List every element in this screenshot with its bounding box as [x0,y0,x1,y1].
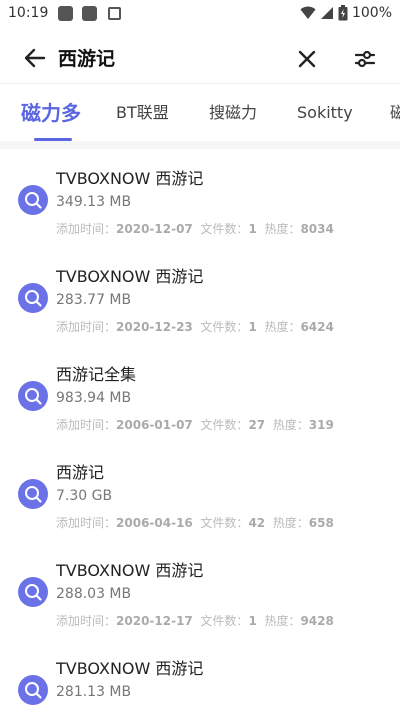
tab-ci[interactable]: 磁 [390,85,400,141]
result-meta: 添加时间：2006-01-07 文件数：27 热度：319 [56,418,334,432]
result-item[interactable]: TVBOXNOW 西游记 283.77 MB 添加时间：2020-12-23 文… [0,247,400,345]
magnet-search-icon [18,185,48,215]
result-item[interactable]: TVBOXNOW 西游记 349.13 MB 添加时间：2020-12-07 文… [0,149,400,247]
result-size: 281.13 MB [56,684,132,700]
divider [0,141,400,149]
battery-level: 100% [351,5,392,21]
result-meta: 添加时间：2020-12-23 文件数：1 热度：6424 [56,320,334,334]
result-item[interactable]: 西游记全集 983.94 MB 添加时间：2006-01-07 文件数：27 热… [0,345,400,443]
result-size: 349.13 MB [56,194,132,210]
source-tabs: 磁力多 BT联盟 搜磁力 Sokitty 磁 [0,85,400,141]
arrow-left-icon [24,48,46,68]
magnet-search-icon [18,577,48,607]
filter-button[interactable] [352,46,378,72]
result-item[interactable]: TVBOXNOW 西游记 281.13 MB [0,639,400,712]
clear-button[interactable] [296,48,318,70]
result-size: 7.30 GB [56,488,113,504]
status-time: 10:19 [8,5,49,21]
result-size: 283.77 MB [56,292,132,308]
close-icon [298,50,316,68]
result-item[interactable]: 西游记 7.30 GB 添加时间：2006-04-16 文件数：42 热度：65… [0,443,400,541]
status-right: 100% [300,5,392,21]
battery-icon [338,5,348,21]
result-size: 983.94 MB [56,390,132,406]
tab-sokitty[interactable]: Sokitty [297,85,353,141]
result-title: 西游记全集 [56,365,137,384]
result-meta: 添加时间：2020-12-17 文件数：1 热度：9428 [56,614,334,628]
tab-bt-lianmeng[interactable]: BT联盟 [116,85,169,141]
result-item[interactable]: TVBOXNOW 西游记 288.03 MB 添加时间：2020-12-17 文… [0,541,400,639]
magnet-search-icon [18,283,48,313]
notification-icon [82,6,97,21]
result-title: TVBOXNOW 西游记 [56,267,204,286]
magnet-search-icon [18,479,48,509]
status-bar: 10:19 100% [0,0,400,28]
result-meta: 添加时间：2006-04-16 文件数：42 热度：658 [56,516,334,530]
search-bar: 西游记 [0,28,400,84]
result-title: TVBOXNOW 西游记 [56,659,204,678]
result-title: TVBOXNOW 西游记 [56,561,204,580]
tab-soucili[interactable]: 搜磁力 [209,85,257,141]
result-meta: 添加时间：2020-12-07 文件数：1 热度：8034 [56,222,334,236]
magnet-search-icon [18,675,48,705]
result-title: TVBOXNOW 西游记 [56,169,204,188]
tab-ciliduo[interactable]: 磁力多 [21,85,81,141]
magnet-search-icon [18,381,48,411]
search-query[interactable]: 西游记 [58,44,115,71]
result-title: 西游记 [56,463,105,482]
sliders-icon [354,50,376,68]
signal-icon [320,7,333,19]
notification-icon [108,7,121,20]
wifi-icon [300,6,316,19]
back-button[interactable] [20,46,50,70]
result-size: 288.03 MB [56,586,132,602]
notification-icon [58,6,73,21]
